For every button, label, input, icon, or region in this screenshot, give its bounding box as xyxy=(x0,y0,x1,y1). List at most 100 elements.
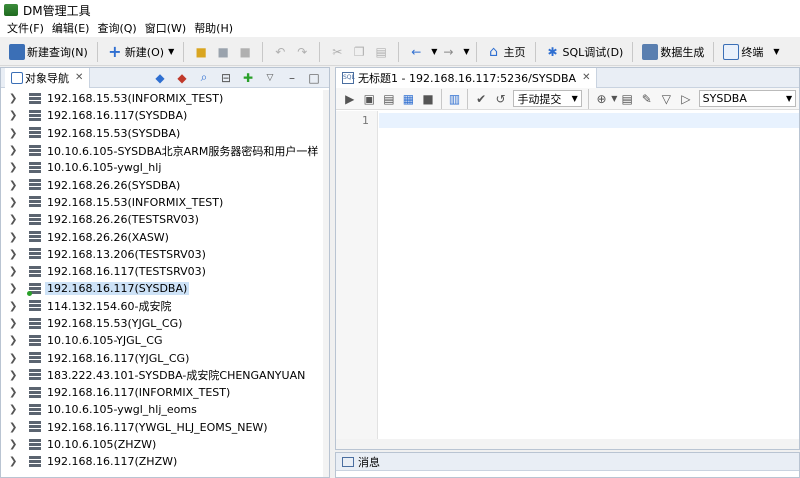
tree-item[interactable]: ❯ 192.168.15.53(INFORMIX_TEST) xyxy=(1,194,329,211)
paste-icon[interactable]: ▤ xyxy=(372,43,390,61)
sql-debug-button[interactable]: ✱ SQL调试(D) xyxy=(542,41,627,63)
tree-item[interactable]: ❯ 192.168.26.26(TESTSRV03) xyxy=(1,211,329,228)
maximize-icon[interactable]: □ xyxy=(305,69,323,87)
tree-item[interactable]: ❯ 192.168.15.53(INFORMIX_TEST) xyxy=(1,90,329,107)
stop-icon[interactable]: ■ xyxy=(420,91,436,107)
menu-window[interactable]: 窗口(W) xyxy=(141,20,190,37)
copy-icon[interactable]: ❐ xyxy=(350,43,368,61)
tree-item[interactable]: ❯ 10.10.6.105-SYSDBA北京ARM服务器密码和用户一样 xyxy=(1,142,329,159)
chevron-right-icon[interactable]: ❯ xyxy=(9,335,21,346)
tree-item[interactable]: ❯ 192.168.16.117(ZHZW) xyxy=(1,453,329,470)
run-script-icon[interactable]: ▣ xyxy=(362,91,378,107)
tree-item[interactable]: ❯ 192.168.13.206(TESTSRV03) xyxy=(1,246,329,263)
chevron-right-icon[interactable]: ❯ xyxy=(9,145,21,156)
collapse-all-icon[interactable]: ⊟ xyxy=(217,69,235,87)
chevron-right-icon[interactable]: ❯ xyxy=(9,387,21,398)
disconnect-icon[interactable]: ◆ xyxy=(173,69,191,87)
explain-icon[interactable]: ▤ xyxy=(381,91,397,107)
chevron-right-icon[interactable]: ❯ xyxy=(9,283,21,294)
chevron-down-icon[interactable]: ▼ xyxy=(611,94,617,103)
menu-file[interactable]: 文件(F) xyxy=(3,20,48,37)
tree-item[interactable]: ❯ 192.168.26.26(XASW) xyxy=(1,228,329,245)
rollback-icon[interactable]: ↺ xyxy=(493,91,509,107)
navigator-scrollbar[interactable] xyxy=(323,90,329,477)
commit-icon[interactable]: ✔ xyxy=(473,91,489,107)
chevron-right-icon[interactable]: ❯ xyxy=(9,214,21,225)
chevron-down-icon[interactable]: ▼ xyxy=(431,47,437,56)
cut-icon[interactable]: ✂ xyxy=(328,43,346,61)
close-icon[interactable]: ✕ xyxy=(75,72,83,83)
target-icon[interactable]: ⊕ xyxy=(594,91,610,107)
chevron-right-icon[interactable]: ❯ xyxy=(9,249,21,260)
chevron-right-icon[interactable]: ❯ xyxy=(9,422,21,433)
chevron-down-icon[interactable]: ▼ xyxy=(168,47,174,56)
save-icon[interactable]: ■ xyxy=(214,43,232,61)
tree-item[interactable]: ❯ 114.132.154.60-成安院 xyxy=(1,298,329,315)
tab-object-navigator[interactable]: 对象导航 ✕ xyxy=(5,67,91,88)
tree-item[interactable]: ❯ 192.168.26.26(SYSDBA) xyxy=(1,176,329,193)
filter-icon[interactable]: ▽ xyxy=(659,91,675,107)
tree-item[interactable]: ❯ 10.10.6.105-ywgl_hlj_eoms xyxy=(1,401,329,418)
chevron-right-icon[interactable]: ❯ xyxy=(9,318,21,329)
undo-icon[interactable]: ↶ xyxy=(271,43,289,61)
chevron-right-icon[interactable]: ❯ xyxy=(9,404,21,415)
tab-untitled-query[interactable]: SQL 无标题1 - 192.168.16.117:5236/SYSDBA ✕ xyxy=(336,67,598,88)
chevron-right-icon[interactable]: ❯ xyxy=(9,232,21,243)
chevron-right-icon[interactable]: ❯ xyxy=(9,110,21,121)
chevron-right-icon[interactable]: ❯ xyxy=(9,93,21,104)
menu-edit[interactable]: 编辑(E) xyxy=(48,20,94,37)
chevron-right-icon[interactable]: ❯ xyxy=(9,266,21,277)
data-generation-button[interactable]: 数据生成 xyxy=(639,41,707,63)
chevron-down-icon[interactable]: ▼ xyxy=(463,47,469,56)
tree-item[interactable]: ❯ 192.168.16.117(YWGL_HLJ_EOMS_NEW) xyxy=(1,419,329,436)
tree-item[interactable]: ❯ 192.168.16.117(INFORMIX_TEST) xyxy=(1,384,329,401)
chevron-right-icon[interactable]: ❯ xyxy=(9,456,21,467)
tree-item[interactable]: ❯ 192.168.15.53(YJGL_CG) xyxy=(1,315,329,332)
tree-item[interactable]: ❯ 10.10.6.105(ZHZW) xyxy=(1,436,329,453)
tree-item[interactable]: ❯ 192.168.16.117(TESTSRV03) xyxy=(1,263,329,280)
chevron-right-icon[interactable]: ❯ xyxy=(9,439,21,450)
step-icon[interactable]: ▷ xyxy=(678,91,694,107)
run-icon[interactable]: ▶ xyxy=(342,91,358,107)
chevron-right-icon[interactable]: ❯ xyxy=(9,301,21,312)
view-menu-icon[interactable]: ▽ xyxy=(261,69,279,87)
open-folder-icon[interactable]: ■ xyxy=(192,43,210,61)
tree-item[interactable]: ❯ 192.168.16.117(YJGL_CG) xyxy=(1,349,329,366)
editor-scrollbar[interactable] xyxy=(336,439,799,449)
redo-icon[interactable]: ↷ xyxy=(293,43,311,61)
tree-item[interactable]: ❯ 183.222.43.101-SYSDBA-成安院CHENGANYUAN xyxy=(1,367,329,384)
new-query-button[interactable]: 新建查询(N) xyxy=(6,41,91,63)
sql-text-area[interactable] xyxy=(379,113,799,128)
chevron-right-icon[interactable]: ❯ xyxy=(9,162,21,173)
commit-mode-select[interactable]: 手动提交 ▼ xyxy=(513,90,582,107)
link-icon[interactable]: ✚ xyxy=(239,69,257,87)
execute-plan-icon[interactable]: ▦ xyxy=(401,91,417,107)
statistics-icon[interactable]: ▥ xyxy=(447,91,463,107)
terminal-button[interactable]: 终端 ▼ xyxy=(720,41,782,63)
chevron-right-icon[interactable]: ❯ xyxy=(9,128,21,139)
close-icon[interactable]: ✕ xyxy=(582,72,590,83)
chevron-right-icon[interactable]: ❯ xyxy=(9,180,21,191)
menu-query[interactable]: 查询(Q) xyxy=(93,20,140,37)
tree-item[interactable]: ❯ 192.168.16.117(SYSDBA) xyxy=(1,280,329,297)
minimize-icon[interactable]: – xyxy=(283,69,301,87)
chevron-down-icon[interactable]: ▼ xyxy=(773,47,779,56)
connect-icon[interactable]: ◆ xyxy=(151,69,169,87)
tab-messages[interactable]: 消息 xyxy=(336,453,799,471)
new-button[interactable]: + 新建(O) ▼ xyxy=(104,41,177,63)
schema-select[interactable]: SYSDBA ▼ xyxy=(698,90,797,107)
search-icon[interactable]: ⌕ xyxy=(195,69,213,87)
comment-icon[interactable]: ✎ xyxy=(639,91,655,107)
chevron-right-icon[interactable]: ❯ xyxy=(9,353,21,364)
tree-item[interactable]: ❯ 192.168.16.117(SYSDBA) xyxy=(1,107,329,124)
chevron-right-icon[interactable]: ❯ xyxy=(9,197,21,208)
chevron-right-icon[interactable]: ❯ xyxy=(9,370,21,381)
back-arrow-icon[interactable]: ← xyxy=(407,43,425,61)
tree-item[interactable]: ❯ 10.10.6.105-ywgl_hlj xyxy=(1,159,329,176)
save-all-icon[interactable]: ■ xyxy=(236,43,254,61)
menu-help[interactable]: 帮助(H) xyxy=(190,20,237,37)
tree-item[interactable]: ❯ 10.10.6.105-YJGL_CG xyxy=(1,332,329,349)
tree-item[interactable]: ❯ 192.168.15.53(SYSDBA) xyxy=(1,125,329,142)
format-icon[interactable]: ▤ xyxy=(619,91,635,107)
forward-arrow-icon[interactable]: → xyxy=(439,43,457,61)
